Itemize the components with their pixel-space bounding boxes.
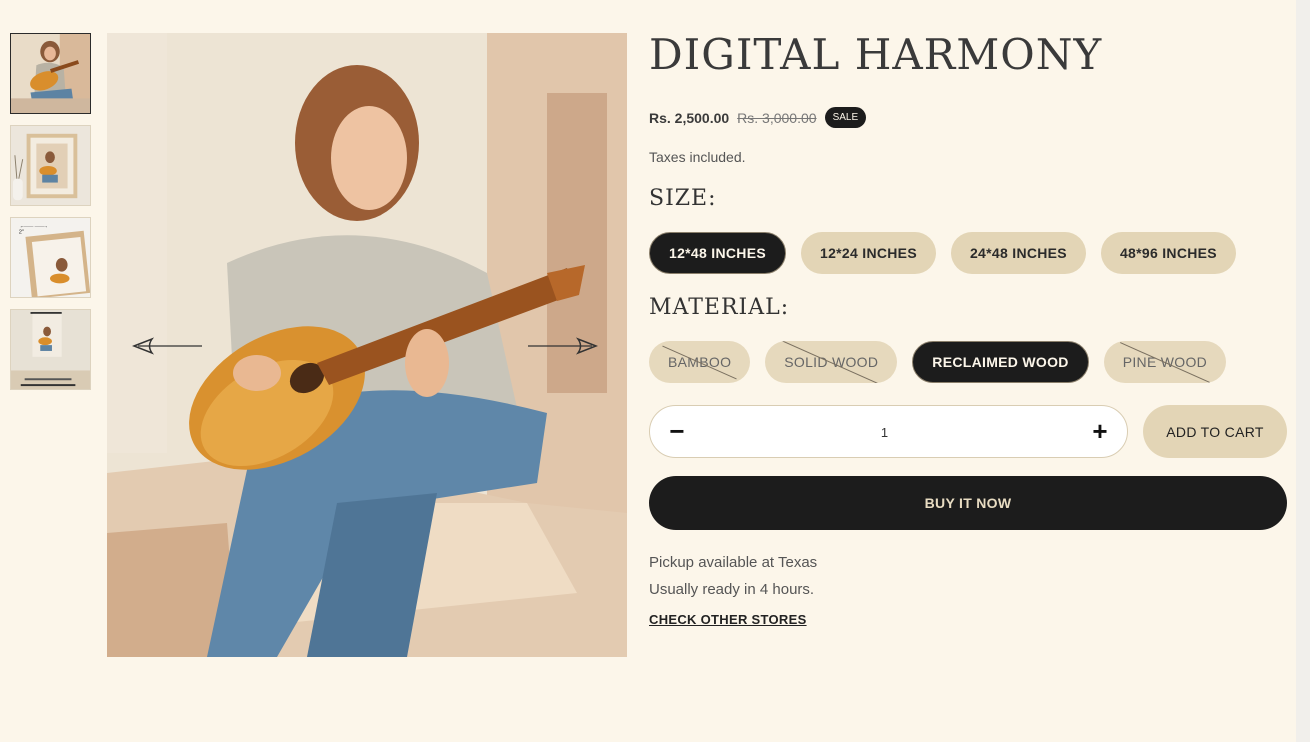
product-title: DIGITAL HARMONY [649,30,1103,79]
thumbnail-4[interactable] [10,309,91,390]
gallery-next-arrow[interactable] [526,336,598,356]
size-option-48x96[interactable]: 48*96 INCHES [1100,232,1236,274]
arrow-left-icon [132,337,202,355]
quantity-stepper: − + [649,405,1128,458]
thumbnail-2[interactable] [10,125,91,206]
material-options: BAMBOO SOLID WOOD RECLAIMED WOOD PINE WO… [649,341,1241,383]
size-options: 12*48 INCHES 12*24 INCHES 24*48 INCHES 4… [649,232,1251,274]
size-option-12x48[interactable]: 12*48 INCHES [649,232,786,274]
arrow-right-icon [528,337,598,355]
compare-price: Rs. 3,000.00 [737,109,817,126]
sale-price: Rs. 2,500.00 [649,109,730,126]
page-scrollbar[interactable] [1296,0,1310,742]
material-option-bamboo[interactable]: BAMBOO [649,341,751,383]
tax-note: Taxes included. [649,149,746,165]
price-row: Rs. 2,500.00 Rs. 3,000.00 SALE [649,107,867,128]
quantity-decrease-button[interactable]: − [650,406,704,457]
sale-badge: SALE [824,107,867,128]
size-option-24x48[interactable]: 24*48 INCHES [950,232,1086,274]
svg-text:⌐—— ——¬: ⌐—— ——¬ [21,225,48,230]
size-option-12x24[interactable]: 12*24 INCHES [800,232,936,274]
quantity-input[interactable] [710,418,1059,446]
add-to-cart-button[interactable]: ADD TO CART [1143,405,1287,458]
material-option-reclaimed-wood[interactable]: RECLAIMED WOOD [912,341,1089,383]
thumbnail-3[interactable]: ⌐—— ——¬ 2" [10,217,91,298]
thumbnail-list: ⌐—— ——¬ 2" [10,33,94,401]
material-option-solid-wood[interactable]: SOLID WOOD [765,341,898,383]
svg-text:2": 2" [19,230,24,236]
material-label: MATERIAL: [649,295,790,320]
quantity-increase-button[interactable]: + [1073,406,1127,457]
pickup-ready-time: Usually ready in 4 hours. [649,581,815,598]
buy-now-button[interactable]: BUY IT NOW [649,476,1287,530]
check-other-stores-link[interactable]: CHECK OTHER STORES [649,612,807,627]
size-label: SIZE: [649,186,717,211]
thumbnail-1[interactable] [10,33,91,114]
pickup-availability: Pickup available at Texas [649,554,818,571]
gallery-prev-arrow[interactable] [132,336,204,356]
material-option-pine-wood[interactable]: PINE WOOD [1103,341,1227,383]
